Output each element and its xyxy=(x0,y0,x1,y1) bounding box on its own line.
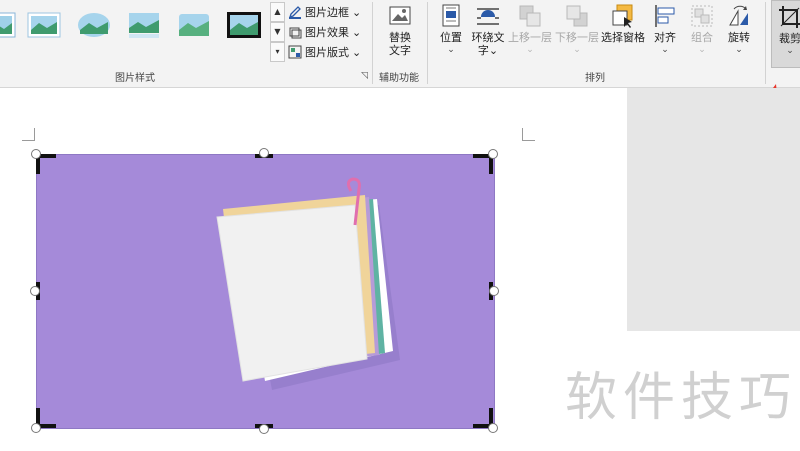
align-button[interactable]: 对齐 ⌄ xyxy=(649,3,681,57)
pen-icon xyxy=(288,6,301,19)
selection-pane-icon xyxy=(612,4,633,28)
resize-handle[interactable] xyxy=(489,286,499,296)
resize-handle[interactable] xyxy=(488,149,498,159)
resize-handle[interactable] xyxy=(31,423,41,433)
accessibility-group-label: 辅助功能 xyxy=(379,73,419,84)
picture-style-thumb[interactable] xyxy=(26,10,62,40)
resize-handle[interactable] xyxy=(259,424,269,434)
send-backward-icon xyxy=(566,5,588,27)
selection-pane-button[interactable]: 选择窗格 xyxy=(600,3,646,44)
rotate-button[interactable]: 旋转 ⌄ xyxy=(723,3,755,57)
picture-style-thumb[interactable] xyxy=(0,10,20,40)
resize-handle[interactable] xyxy=(31,149,41,159)
crop-icon xyxy=(779,6,800,28)
resize-handle[interactable] xyxy=(259,148,269,158)
sticky-notes-photo xyxy=(37,155,494,428)
picture-layout-button[interactable]: 图片版式 ⌄ xyxy=(288,43,361,61)
gallery-scroll-down[interactable]: ▼ xyxy=(270,22,285,42)
position-icon xyxy=(442,4,460,27)
layout-icon xyxy=(288,45,302,59)
selected-picture[interactable] xyxy=(36,154,495,429)
picture-effects-button[interactable]: 图片效果 ⌄ xyxy=(288,23,361,41)
ribbon: ▲ ▼ ▾ 图片边框 ⌄ 图片效果 ⌄ 图片版式 ⌄ 图片样式 ◹ 替换 文字 辅助功… xyxy=(0,0,800,88)
resize-handle[interactable] xyxy=(488,423,498,433)
alt-text-icon xyxy=(389,6,411,25)
group-divider xyxy=(427,2,428,84)
send-backward-button[interactable]: 下移一层 ⌄ xyxy=(554,3,600,57)
group-button[interactable]: 组合 ⌄ xyxy=(686,3,718,57)
arrange-group-label: 排列 xyxy=(585,73,605,84)
rotate-icon xyxy=(729,5,748,26)
picture-style-thumb[interactable] xyxy=(126,10,162,40)
side-gray-area xyxy=(627,88,800,331)
dialog-launcher-icon[interactable]: ◹ xyxy=(361,71,368,81)
picture-style-thumb[interactable] xyxy=(176,10,212,40)
alt-text-button[interactable]: 替换 文字 xyxy=(381,3,419,57)
position-button[interactable]: 位置 ⌄ xyxy=(436,3,466,57)
gallery-scroll-up[interactable]: ▲ xyxy=(270,2,285,22)
gallery-more[interactable]: ▾ xyxy=(270,42,285,62)
picture-style-thumb[interactable] xyxy=(76,10,112,40)
align-icon xyxy=(655,5,675,27)
crop-button[interactable]: 裁剪 ⌄ xyxy=(771,0,800,68)
resize-handle[interactable] xyxy=(30,286,40,296)
wrap-text-icon xyxy=(477,8,499,25)
picture-style-thumb[interactable] xyxy=(226,10,262,40)
effects-icon xyxy=(289,27,302,39)
group-divider xyxy=(765,2,766,84)
page-corner-mark xyxy=(22,128,35,141)
watermark-text: 软件技巧 xyxy=(565,368,798,428)
bring-forward-icon xyxy=(519,5,541,27)
picture-border-button[interactable]: 图片边框 ⌄ xyxy=(288,3,361,21)
group-icon xyxy=(691,5,713,27)
picture-styles-group-label: 图片样式 xyxy=(115,73,155,84)
bring-forward-button[interactable]: 上移一层 ⌄ xyxy=(507,3,553,57)
page-corner-mark xyxy=(522,128,535,141)
wrap-text-button[interactable]: 环绕文 字⌄ xyxy=(470,3,506,57)
